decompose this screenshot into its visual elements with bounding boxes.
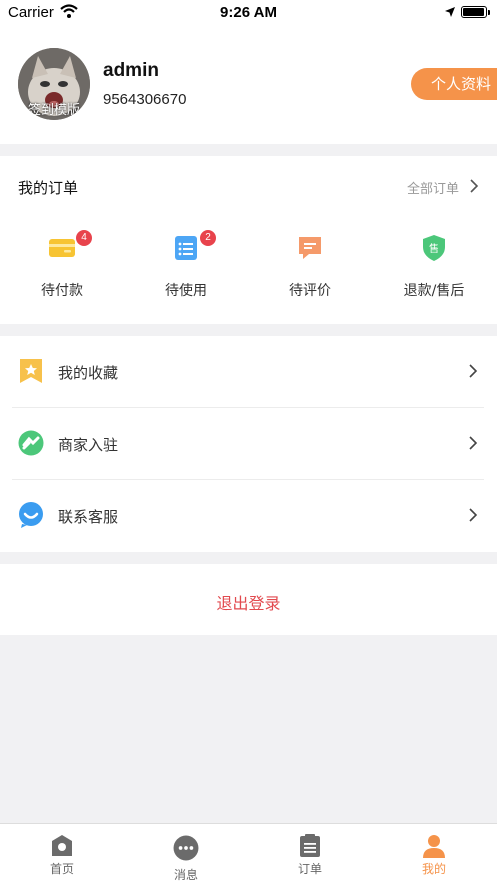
comment-icon [299,237,321,259]
chevron-right-icon [469,436,478,450]
orders-title: 我的订单 [18,179,79,197]
profile-header: 签到模版 admin 9564306670 个人资料 [0,28,497,144]
tab-mine[interactable]: 我的 [372,824,496,884]
clock: 9:26 AM [220,4,277,21]
shield-icon-text: 售 [429,242,439,255]
tab-bar: 首页 消息 订单 我的 [0,823,497,884]
order-label: 待付款 [41,283,83,299]
avatar[interactable]: 签到模版 [18,48,90,120]
tab-home[interactable]: 首页 [0,824,124,884]
card-icon [49,239,75,257]
merchant-icon [18,430,44,456]
chevron-right-icon [469,364,478,378]
menu-item-customer-service[interactable]: 联系客服 [0,480,497,552]
bookmark-star-icon [20,359,42,383]
battery-tip [488,10,490,15]
list-icon [175,236,197,260]
menu-item-label: 联系客服 [58,508,119,526]
logout-button[interactable]: 退出登录 [0,564,497,635]
menu-item-label: 我的收藏 [58,364,119,382]
order-label: 待使用 [165,283,207,299]
avatar-label: 签到模版 [27,103,80,118]
order-label: 待评价 [289,283,331,299]
username: admin [103,60,159,81]
phone-number: 9564306670 [103,91,187,108]
tab-label: 消息 [173,868,198,882]
order-label: 退款/售后 [403,283,465,299]
order-to-review[interactable]: 待评价 [260,234,360,304]
chevron-right-icon[interactable] [469,178,479,194]
order-pending-payment[interactable]: 4 待付款 [12,230,112,304]
menu-item-merchant-join[interactable]: 商家入驻 [0,408,497,480]
chevron-right-icon [469,508,478,522]
logout-label: 退出登录 [216,594,281,613]
badge-count: 2 [200,230,216,246]
order-refund-aftersale[interactable]: 售 退款/售后 [384,234,484,304]
battery-icon [461,6,487,18]
customer-service-icon [19,502,43,528]
badge-count: 4 [76,230,92,246]
menu-item-favorites[interactable]: 我的收藏 [0,336,497,408]
tab-label: 订单 [297,862,322,876]
shield-icon: 售 [423,235,445,261]
menu-item-label: 商家入驻 [58,436,119,454]
tab-messages[interactable]: 消息 [124,824,248,884]
order-icon [300,834,320,857]
all-orders-link[interactable]: 全部订单 [407,178,459,197]
profile-info-button[interactable]: 个人资料 [411,68,497,100]
my-orders-card: 我的订单 全部订单 4 待付款 2 待使用 待评价 售 退款/售后 [0,156,497,324]
menu-list: 我的收藏 商家入驻 联系客服 [0,336,497,552]
profile-icon [423,835,445,858]
status-bar: Carrier 9:26 AM [0,0,497,28]
home-icon [52,835,72,856]
location-arrow-icon [445,7,455,17]
tab-label: 首页 [49,862,74,876]
order-to-use[interactable]: 2 待使用 [136,230,236,304]
message-icon [173,835,199,861]
tab-orders[interactable]: 订单 [248,824,372,884]
tab-label: 我的 [421,862,446,876]
